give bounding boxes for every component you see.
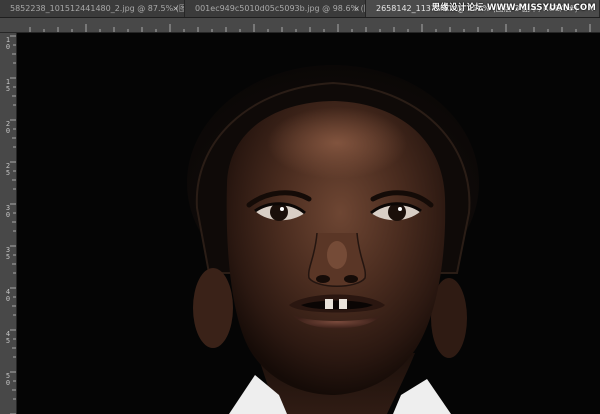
close-icon[interactable]: × bbox=[353, 0, 360, 17]
ruler-label: 3 0 bbox=[4, 205, 12, 219]
ruler-label-text: 1 5 bbox=[5, 78, 11, 93]
watermark-text: 思缘设计论坛 WWW.MISSYUAN.COM bbox=[431, 3, 596, 13]
ruler-label: 4 0 bbox=[4, 289, 12, 303]
shirt-collar-right bbox=[393, 379, 451, 414]
ruler-label-text: 2 5 bbox=[5, 162, 11, 177]
ruler-label: 2 0 bbox=[4, 121, 12, 135]
tab-label: 5852238_101512441480_2.jpg @ 87.5% (图… bbox=[10, 4, 185, 13]
ruler-label-text: 4 0 bbox=[5, 288, 11, 303]
ruler-label-text: 4 5 bbox=[5, 330, 11, 345]
close-icon[interactable]: × bbox=[172, 0, 179, 17]
ruler-label-text: 5 0 bbox=[5, 372, 11, 387]
document-tab-1[interactable]: 5852238_101512441480_2.jpg @ 87.5% (图… × bbox=[0, 0, 185, 17]
ruler-label: 3 5 bbox=[4, 247, 12, 261]
horizontal-ruler[interactable] bbox=[0, 18, 600, 33]
nose-highlight bbox=[327, 241, 347, 269]
right-nostril bbox=[344, 275, 358, 283]
ruler-label: 5 0 bbox=[4, 373, 12, 387]
ruler-label-text: 2 0 bbox=[5, 120, 11, 135]
document-canvas[interactable] bbox=[17, 33, 600, 414]
ruler-label-text: 3 0 bbox=[5, 204, 11, 219]
ruler-label-text: 1 0 bbox=[5, 36, 11, 51]
portrait-photo bbox=[187, 65, 479, 414]
forehead-highlight bbox=[267, 107, 407, 179]
vertical-ruler[interactable]: 1 0 1 5 2 0 2 5 3 0 3 5 4 0 4 5 5 0 bbox=[0, 33, 17, 414]
left-tooth bbox=[325, 299, 333, 309]
right-tooth bbox=[339, 299, 347, 309]
left-nostril bbox=[316, 275, 330, 283]
ruler-label: 4 5 bbox=[4, 331, 12, 345]
ruler-label: 1 5 bbox=[4, 79, 12, 93]
document-tab-2[interactable]: 001ec949c5010d05c5093b.jpg @ 98.6% (图… × bbox=[185, 0, 366, 17]
ruler-label-text: 3 5 bbox=[5, 246, 11, 261]
ruler-label: 2 5 bbox=[4, 163, 12, 177]
ruler-ticks bbox=[29, 24, 591, 32]
ruler-label: 1 0 bbox=[4, 37, 12, 51]
right-eye-glint bbox=[398, 207, 402, 211]
left-eye-glint bbox=[280, 207, 284, 211]
tab-label: 001ec949c5010d05c5093b.jpg @ 98.6% (图… bbox=[195, 4, 366, 13]
left-ear bbox=[193, 268, 233, 348]
